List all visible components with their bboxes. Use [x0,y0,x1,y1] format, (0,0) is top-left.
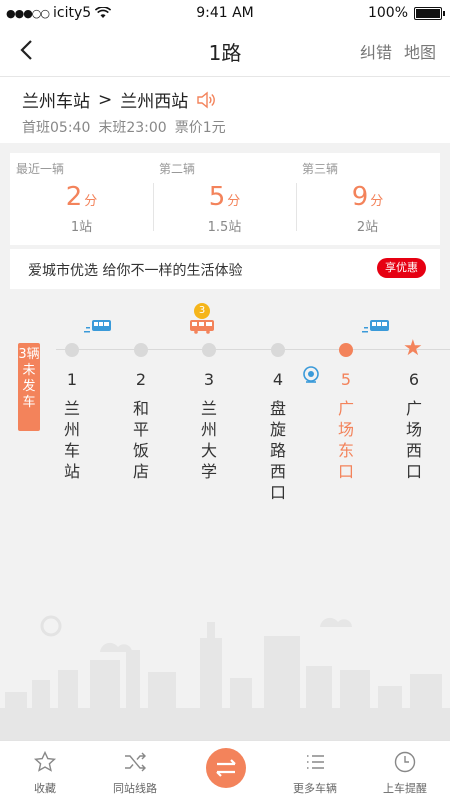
arrival-item[interactable]: 第二辆 5分 1.5站 [153,153,296,245]
station-name: 广场东口 [337,399,354,481]
swap-icon [216,759,236,777]
promo-banner[interactable]: 爱城市优选 给你不一样的生活体验 享优惠 [10,249,440,289]
station-dot [339,343,353,357]
list-icon [307,755,324,769]
tab-boarding-reminder[interactable]: 上车提醒 [360,741,450,801]
speaker-icon[interactable] [196,91,216,109]
arrival-minutes: 2 [65,182,83,212]
shuffle-icon [125,752,146,772]
arrival-label: 第二辆 [159,162,196,176]
station-number: 1 [66,370,78,389]
station-number: 6 [408,370,420,389]
station-name: 兰州大学 [200,399,217,481]
last-bus-time: 末班23:00 [98,120,167,136]
nav-bar: 1路 纠错 地图 [0,26,450,77]
route-info: 兰州车站 > 兰州西站 首班05:40 末班23:00 票价1元 [0,77,450,143]
tab-label: 更多车辆 [293,782,337,795]
bus-count-pin: 3 [194,303,210,319]
arrival-unit: 分 [84,194,98,209]
arrival-minutes: 9 [351,182,369,212]
star-icon: ★ [403,336,423,361]
arrival-stops: 1站 [70,220,93,235]
report-error-button[interactable]: 纠错 [360,39,392,63]
route-from: 兰州车站 [22,92,90,112]
battery-percent: 100% [367,5,408,21]
bus-icon[interactable] [84,318,112,334]
status-bar: ●●●○○ icity5 9:41 AM 100% [0,0,450,26]
not-departed-badge[interactable]: 3辆未发车 [18,343,40,431]
arrival-stops: 2站 [356,220,379,235]
route-track [56,349,450,350]
station-name: 广场西口 [405,399,422,481]
station-number: 3 [203,370,215,389]
promo-text: 爱城市优选 给你不一样的生活体验 [28,263,243,279]
tab-label: 同站线路 [113,782,157,795]
station-dot [65,343,79,357]
city-skyline-illustration [0,615,450,740]
arrival-stops: 1.5站 [207,220,242,235]
bus-icon[interactable] [362,318,390,334]
station-dot [271,343,285,357]
station-number: 5 [340,370,352,389]
tab-favorite[interactable]: 收藏 [0,741,90,801]
first-bus-time: 首班05:40 [22,120,91,136]
arrival-item[interactable]: 第三辆 9分 2站 [296,153,439,245]
tab-same-station-lines[interactable]: 同站线路 [90,741,180,801]
map-button[interactable]: 地图 [404,39,436,63]
promo-button[interactable]: 享优惠 [377,258,426,278]
arrival-label: 最近一辆 [16,162,65,176]
arrival-unit: 分 [227,194,241,209]
arrival-unit: 分 [370,194,384,209]
station-name: 和平饭店 [132,399,149,481]
tab-more-buses[interactable]: 更多车辆 [270,741,360,801]
tab-label: 上车提醒 [383,782,427,795]
station-dot [134,343,148,357]
arrival-item[interactable]: 最近一辆 2分 1站 [10,153,153,245]
clock-icon [394,751,416,773]
swap-direction-button[interactable] [206,748,246,788]
station-number: 2 [135,370,147,389]
arrival-label: 第三辆 [302,162,339,176]
camera-icon[interactable] [302,366,320,384]
arrival-panel: 最近一辆 2分 1站 第二辆 5分 1.5站 第三辆 9分 2站 [10,153,440,245]
route-separator: > [98,89,113,110]
bus-icon[interactable] [189,318,215,334]
station-dot [202,343,216,357]
tab-label: 收藏 [34,782,56,795]
station-name: 盘旋路西口 [269,399,286,502]
star-outline-icon [33,750,57,772]
battery-icon [414,6,445,20]
arrival-minutes: 5 [208,182,226,212]
station-number: 4 [272,370,284,389]
route-to: 兰州西站 [120,92,189,112]
station-name: 兰州车站 [63,399,80,481]
fare: 票价1元 [174,120,226,136]
